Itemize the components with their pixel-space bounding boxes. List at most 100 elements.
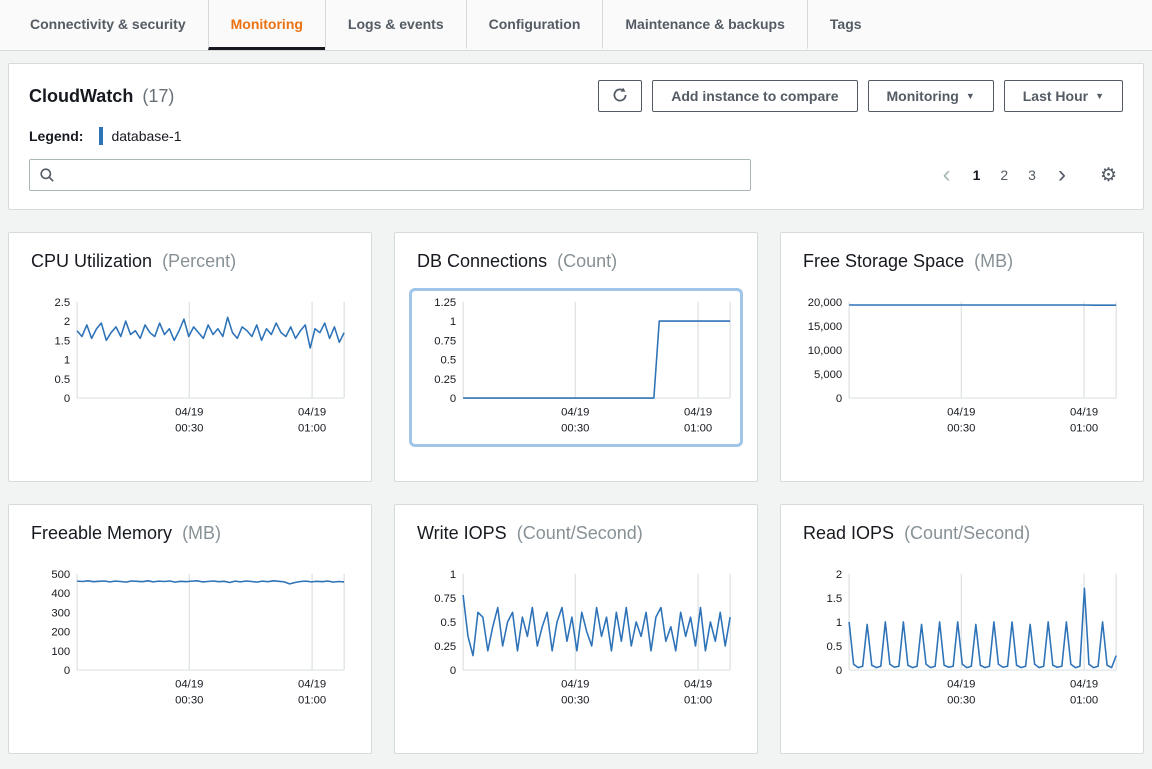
svg-text:01:00: 01:00 <box>684 422 712 434</box>
svg-text:0.5: 0.5 <box>55 374 71 386</box>
svg-text:1: 1 <box>836 617 842 629</box>
svg-text:2.5: 2.5 <box>55 297 71 309</box>
chart-title: DB Connections (Count) <box>409 251 743 272</box>
db-connections-chart[interactable]: 04/19 00:30 04/19 01:00 0 0.25 0.5 0.75 1 1.25 <box>409 288 743 448</box>
write-iops-chart[interactable]: 04/19 00:30 04/19 01:00 0 0.25 0.5 0.75 1 <box>409 560 743 719</box>
chart-title: Free Storage Space (MB) <box>795 251 1129 272</box>
chart-title-text: Freeable Memory <box>31 523 173 543</box>
panel-count: (17) <box>142 85 175 106</box>
chart-unit-text: (Count/Second) <box>904 523 1031 543</box>
svg-text:5,000: 5,000 <box>814 369 842 381</box>
panel-title-text: CloudWatch <box>29 85 134 106</box>
chart-unit-text: (Percent) <box>162 251 237 271</box>
legend-label: Legend: <box>29 128 84 144</box>
search-box[interactable] <box>29 159 752 191</box>
tab-configuration[interactable]: Configuration <box>465 0 603 50</box>
chart-title: Freeable Memory (MB) <box>23 523 357 544</box>
svg-text:00:30: 00:30 <box>561 694 589 706</box>
svg-text:200: 200 <box>51 627 70 639</box>
svg-text:20,000: 20,000 <box>808 297 843 309</box>
read-iops-chart[interactable]: 04/19 00:30 04/19 01:00 0 0.5 1 1.5 2 <box>795 560 1129 719</box>
chart-title-text: DB Connections <box>417 251 548 271</box>
svg-text:00:30: 00:30 <box>947 694 975 706</box>
add-instance-label: Add instance to compare <box>671 88 839 104</box>
freeable-memory-chart[interactable]: 04/19 00:30 04/19 01:00 0 100 200 300 400 500 <box>23 560 357 719</box>
svg-text:0: 0 <box>450 665 456 677</box>
svg-text:00:30: 00:30 <box>175 694 203 706</box>
time-range-dropdown[interactable]: Last Hour ▼ <box>1003 80 1123 112</box>
svg-text:0: 0 <box>450 393 456 405</box>
svg-text:0: 0 <box>836 393 842 405</box>
svg-text:1: 1 <box>64 355 70 367</box>
svg-text:1.25: 1.25 <box>434 297 456 309</box>
monitoring-dropdown[interactable]: Monitoring ▼ <box>867 80 994 112</box>
svg-text:0: 0 <box>836 665 842 677</box>
svg-text:01:00: 01:00 <box>298 694 326 706</box>
cloudwatch-panel: CloudWatch (17) Add instance to compare … <box>8 63 1144 210</box>
svg-text:0.5: 0.5 <box>441 617 457 629</box>
monitoring-dropdown-label: Monitoring <box>886 88 959 104</box>
chart-title-text: Free Storage Space <box>803 251 965 271</box>
svg-text:04/19: 04/19 <box>298 679 326 691</box>
svg-text:04/19: 04/19 <box>175 407 203 419</box>
chart-card-read-iops: Read IOPS (Count/Second) 04/19 00:30 04/19… <box>780 504 1144 754</box>
svg-text:2: 2 <box>836 569 842 581</box>
free-storage-space-chart[interactable]: 04/19 00:30 04/19 01:00 0 5,000 10,000 15,000 20… <box>795 288 1129 447</box>
chart-card-db-connections: DB Connections (Count) 04/19 00:30 04/19 01… <box>394 232 758 482</box>
chart-unit-text: (MB) <box>974 251 1014 271</box>
chart-title: Write IOPS (Count/Second) <box>409 523 743 544</box>
tab-monitoring[interactable]: Monitoring <box>207 0 325 50</box>
tab-tags[interactable]: Tags <box>806 0 884 50</box>
svg-text:100: 100 <box>51 646 70 658</box>
tab-bar: Connectivity & security Monitoring Logs … <box>0 0 1152 51</box>
cpu-utilization-chart[interactable]: 04/19 00:30 04/19 01:00 0 0.5 1 1.5 2 2.5 <box>23 288 357 447</box>
chart-card-write-iops: Write IOPS (Count/Second) 04/19 00:30 04/1… <box>394 504 758 754</box>
svg-text:04/19: 04/19 <box>1070 679 1098 691</box>
settings-gear-icon[interactable]: ⚙ <box>1100 164 1117 187</box>
search-input[interactable] <box>62 166 742 184</box>
svg-text:0: 0 <box>64 393 70 405</box>
svg-text:0.75: 0.75 <box>434 335 456 347</box>
chart-title: Read IOPS (Count/Second) <box>795 523 1129 544</box>
svg-text:01:00: 01:00 <box>1070 694 1098 706</box>
svg-text:04/19: 04/19 <box>1070 407 1098 419</box>
pagination-page-2[interactable]: 2 <box>1000 167 1008 183</box>
caret-down-icon: ▼ <box>965 90 975 101</box>
svg-text:1.5: 1.5 <box>827 593 843 605</box>
svg-text:00:30: 00:30 <box>175 422 203 434</box>
svg-text:04/19: 04/19 <box>684 407 712 419</box>
svg-text:01:00: 01:00 <box>298 422 326 434</box>
refresh-button[interactable] <box>598 80 643 112</box>
tab-maintenance-backups[interactable]: Maintenance & backups <box>602 0 807 50</box>
svg-text:10,000: 10,000 <box>808 345 843 357</box>
svg-text:15,000: 15,000 <box>808 321 843 333</box>
pagination-next-icon[interactable]: › <box>1056 163 1068 187</box>
svg-text:04/19: 04/19 <box>947 679 975 691</box>
tab-connectivity-security[interactable]: Connectivity & security <box>8 0 208 50</box>
chart-card-cpu-utilization: CPU Utilization (Percent) 04/19 00:30 04/1… <box>8 232 372 482</box>
caret-down-icon: ▼ <box>1095 90 1104 101</box>
pagination-page-1[interactable]: 1 <box>973 167 981 183</box>
charts-grid: CPU Utilization (Percent) 04/19 00:30 04/1… <box>8 232 1144 754</box>
pagination-prev-icon[interactable]: ‹ <box>941 163 953 187</box>
chart-unit-text: (Count/Second) <box>516 523 643 543</box>
svg-text:04/19: 04/19 <box>947 407 975 419</box>
add-instance-to-compare-button[interactable]: Add instance to compare <box>652 80 858 112</box>
svg-text:00:30: 00:30 <box>947 422 975 434</box>
tab-logs-events[interactable]: Logs & events <box>324 0 466 50</box>
svg-text:01:00: 01:00 <box>684 694 712 706</box>
svg-text:0.25: 0.25 <box>434 374 456 386</box>
svg-text:04/19: 04/19 <box>561 407 589 419</box>
svg-text:400: 400 <box>51 588 70 600</box>
svg-text:01:00: 01:00 <box>1070 422 1098 434</box>
svg-text:1.5: 1.5 <box>55 335 71 347</box>
chart-title: CPU Utilization (Percent) <box>23 251 357 272</box>
svg-text:0.75: 0.75 <box>434 593 456 605</box>
svg-text:0: 0 <box>64 665 70 677</box>
pagination-page-3[interactable]: 3 <box>1028 167 1036 183</box>
svg-text:00:30: 00:30 <box>561 422 589 434</box>
panel-actions: Add instance to compare Monitoring ▼ Las… <box>598 80 1123 112</box>
svg-text:0.25: 0.25 <box>434 641 456 653</box>
chart-card-free-storage-space: Free Storage Space (MB) 04/19 00:30 04/19 0… <box>780 232 1144 482</box>
svg-text:300: 300 <box>51 607 70 619</box>
